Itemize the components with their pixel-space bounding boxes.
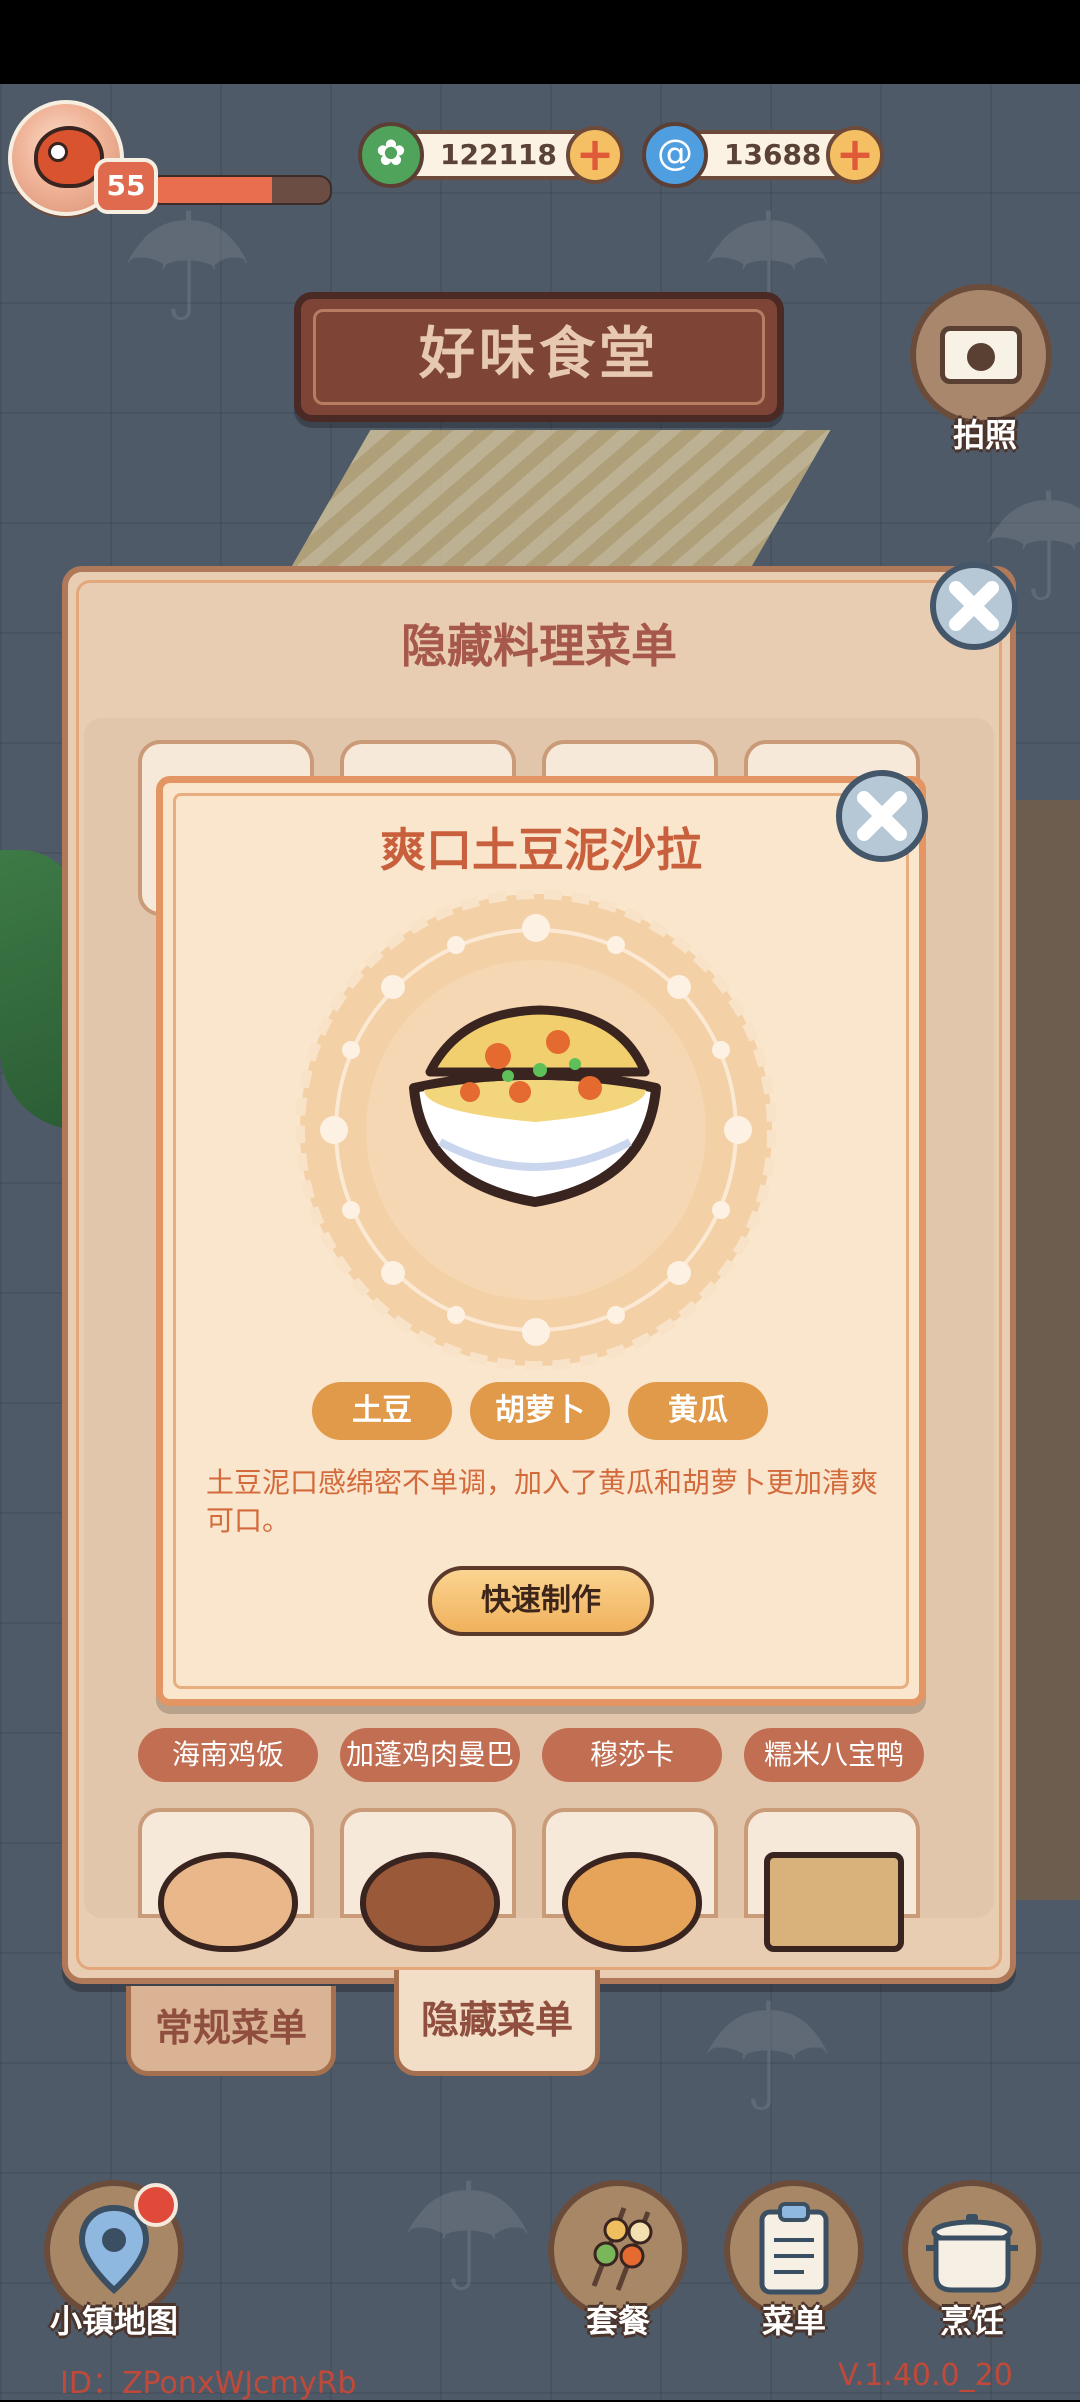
restaurant-name: 好味食堂 — [419, 322, 659, 387]
level-badge: 55 — [94, 158, 158, 214]
user-id: ID：ZPonxWJcmyRb — [60, 2366, 357, 2401]
skewer-icon — [591, 2207, 653, 2291]
recipe-title: 爽口土豆泥沙拉 — [380, 823, 702, 877]
roof-scenery — [289, 430, 831, 570]
cooking-pot-icon — [926, 2214, 1018, 2293]
recipe-card[interactable] — [340, 1808, 516, 1952]
umbrella-decor-icon: ☂ — [700, 1972, 835, 2146]
town-map-label: 小镇地图 — [49, 2302, 178, 2340]
restaurant-sign: 好味食堂 — [294, 292, 784, 422]
ingredient-tag: 黄瓜 — [628, 1382, 768, 1440]
ingredient-tag: 土豆 — [312, 1382, 452, 1440]
recipe-card[interactable] — [138, 1808, 314, 1952]
recipe-description: 土豆泥口感绵密不单调，加入了黄瓜和胡萝卜更加清爽可口。 — [206, 1466, 879, 1537]
recipe-label: 加蓬鸡肉曼巴 — [340, 1728, 520, 1782]
add-swirl-button[interactable]: + — [826, 126, 884, 184]
clover-currency-value: 122118 — [440, 138, 557, 171]
clover-coin-icon: ✿ — [358, 122, 424, 188]
camera-button[interactable] — [910, 284, 1052, 426]
umbrella-decor-icon: ☂ — [400, 2152, 535, 2326]
recipe-card[interactable] — [542, 1808, 718, 1952]
add-clover-button[interactable]: + — [566, 126, 624, 184]
swirl-currency-value: 13688 — [724, 138, 822, 171]
clipboard-icon — [759, 2202, 829, 2295]
meat-dish-icon — [360, 1852, 500, 1952]
xp-progress-bar — [148, 175, 332, 205]
ingredient-tag: 胡萝卜 — [470, 1382, 610, 1440]
close-panel-button[interactable] — [928, 560, 1020, 652]
swirl-gem-icon: @ — [642, 122, 708, 188]
hidden-menu-title: 隐藏料理菜单 — [401, 619, 677, 673]
tab-regular-menu[interactable]: 常规菜单 — [126, 1986, 336, 2076]
umbrella-decor-icon: ☂ — [120, 182, 255, 356]
sandwich-dish-icon — [764, 1852, 904, 1952]
combo-meal-label: 套餐 — [585, 2302, 650, 2340]
soup-dish-icon — [158, 1852, 298, 1952]
fish-eye — [48, 142, 68, 162]
app-version: V.1.40.0_20 — [838, 2358, 1013, 2393]
quick-make-button[interactable]: 快速制作 — [428, 1566, 654, 1636]
egg-dish-icon — [562, 1852, 702, 1952]
mashed-potato-salad-icon — [409, 1005, 661, 1207]
tab-hidden-menu[interactable]: 隐藏菜单 — [394, 1970, 600, 2076]
camera-label: 拍照 — [952, 416, 1017, 454]
recipe-label: 糯米八宝鸭 — [744, 1728, 924, 1782]
recipe-label: 海南鸡饭 — [138, 1728, 318, 1782]
recipe-card[interactable] — [744, 1808, 920, 1952]
camera-lens-icon — [963, 339, 999, 375]
notification-dot — [134, 2183, 178, 2227]
menu-label: 菜单 — [761, 2302, 826, 2340]
recipe-label: 穆莎卡 — [542, 1728, 722, 1782]
xp-progress-fill — [150, 177, 273, 203]
close-popup-button[interactable] — [834, 768, 930, 864]
cook-label: 烹饪 — [939, 2302, 1004, 2340]
camera-icon — [940, 326, 1022, 384]
clover-currency: ✿ 122118 + — [358, 122, 624, 188]
swirl-currency: @ 13688 + — [642, 122, 884, 188]
